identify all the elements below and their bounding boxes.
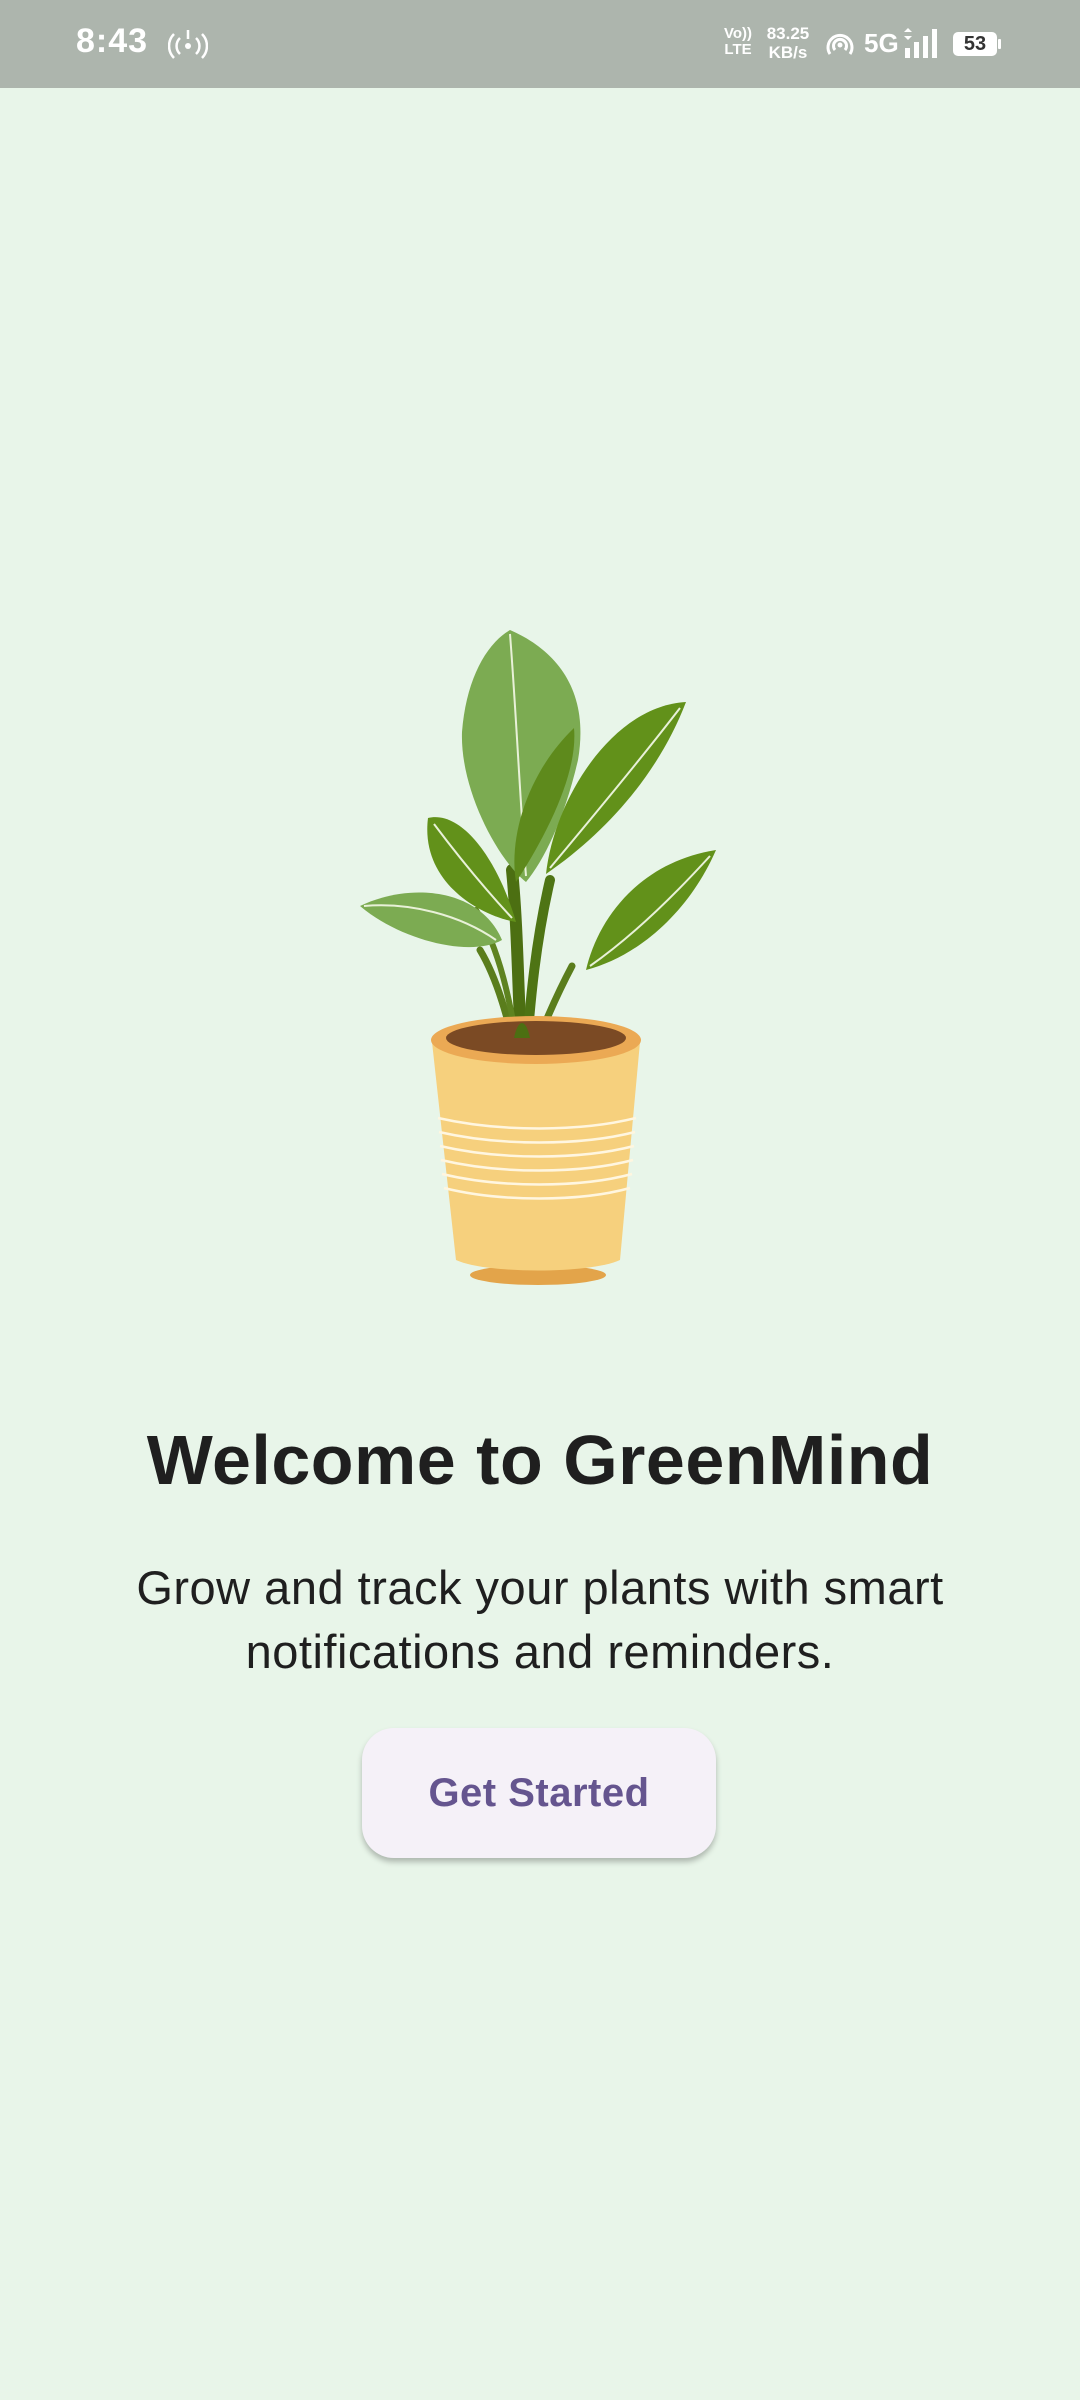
network-speed-unit: KB/s (768, 43, 808, 62)
hotspot-wave-icon (826, 33, 854, 55)
get-started-button[interactable]: Get Started (362, 1728, 716, 1858)
status-bar: 8:43 Vo)) LTE 83.25 KB/s 5G 53 (0, 0, 1080, 88)
volte-label: Vo)) (723, 25, 753, 42)
potted-plant-illustration (360, 630, 716, 1285)
signal-strength-icon (904, 28, 937, 58)
welcome-subtitle: Grow and track your plants with smart no… (136, 1561, 944, 1678)
network-speed-value: 83.25 (766, 24, 810, 43)
network-speed: 83.25 KB/s (760, 24, 816, 62)
battery-level: 53 (963, 33, 987, 55)
welcome-title: Welcome to GreenMind (146, 1421, 934, 1499)
status-time: 8:43 (76, 22, 149, 60)
volte-badge: Vo)) LTE (722, 26, 754, 58)
lte-label: LTE (724, 41, 752, 58)
network-type: 5G (864, 28, 899, 58)
hotspot-icon (168, 30, 208, 59)
